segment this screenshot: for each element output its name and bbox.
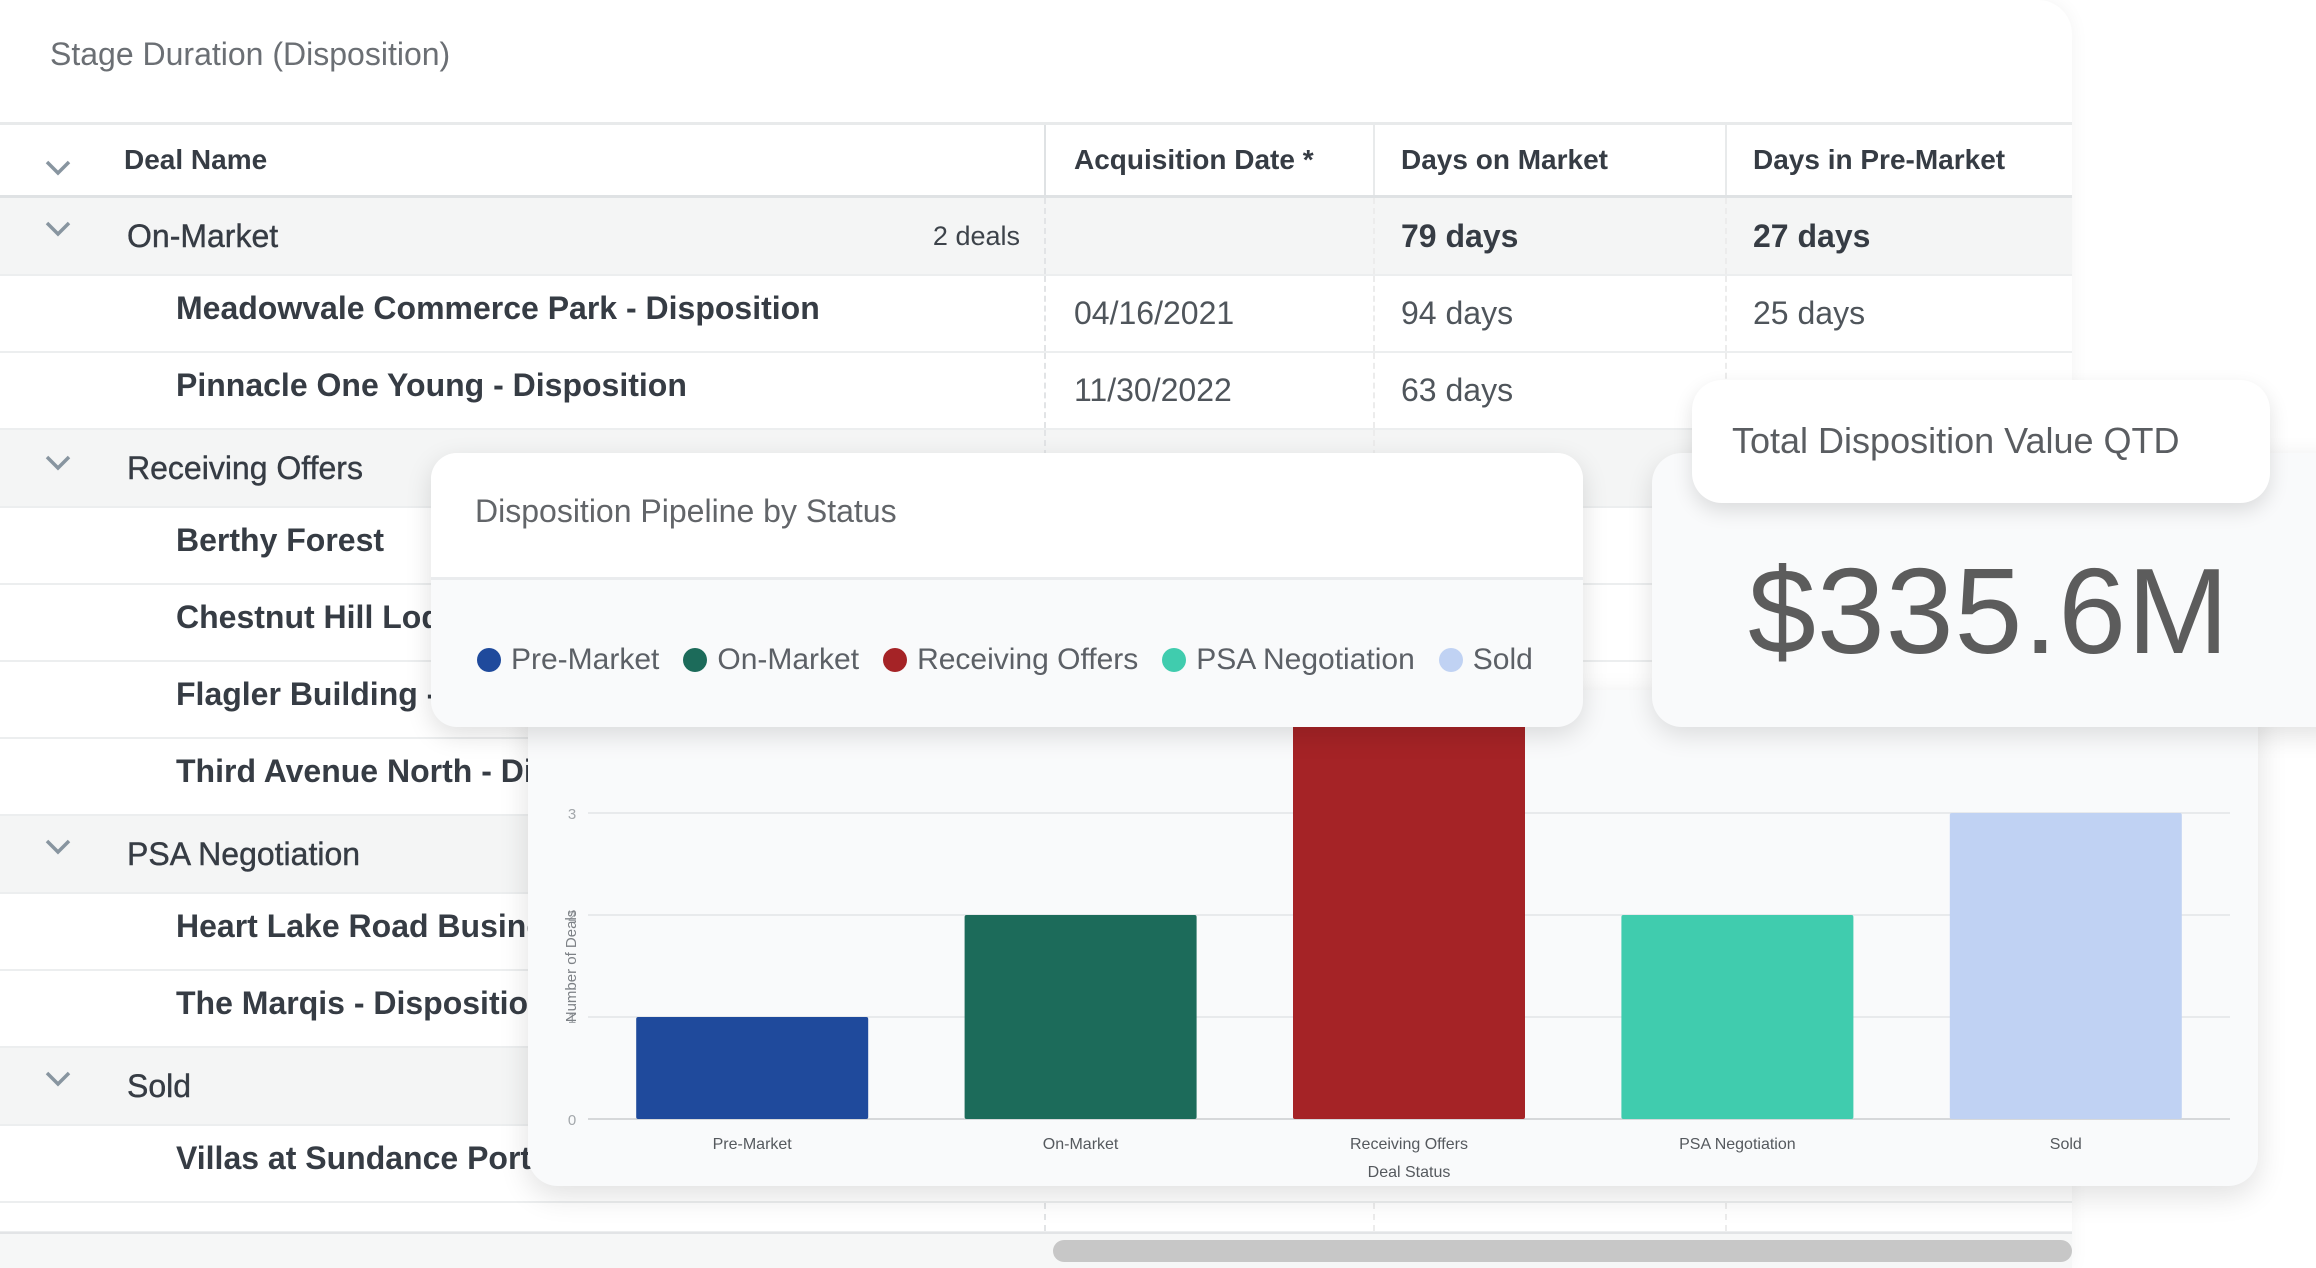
y-tick-label: 0 — [568, 1112, 576, 1129]
legend-label: Receiving Offers — [917, 643, 1139, 676]
chevron-down-icon[interactable] — [44, 454, 72, 482]
column-header-days-on-market[interactable]: Days on Market — [1373, 125, 1725, 195]
table-row[interactable]: Meadowvale Commerce Park - Disposition 0… — [0, 276, 2072, 353]
days-on-market: 94 days — [1373, 276, 1725, 351]
legend-dot-icon — [883, 648, 908, 672]
column-header-acquisition-date[interactable]: Acquisition Date * — [1044, 125, 1373, 195]
legend-item[interactable]: Receiving Offers — [883, 643, 1138, 677]
legend-dot-icon — [1162, 648, 1187, 672]
pipeline-chart-card: 0 1 2 3 Pre-Market On-Market Receiving Offers P… — [528, 690, 2258, 1186]
kpi-label-pill: Total Disposition Value QTD — [1692, 380, 2270, 503]
x-tick-label: Receiving Offers — [1350, 1136, 1468, 1153]
legend-item[interactable]: Sold — [1438, 643, 1533, 677]
deal-name[interactable]: Villas at Sundance Port — [176, 1140, 531, 1177]
deal-name[interactable]: Berthy Forest — [176, 522, 384, 559]
days-on-market: 63 days — [1373, 353, 1725, 428]
pipeline-bar-chart: 0123Pre-Market On-Market Receiving Offers P… — [563, 711, 2230, 1181]
kpi-label: Total Disposition Value QTD — [1732, 420, 2180, 461]
group-name: PSA Negotiation — [127, 835, 361, 872]
deal-name[interactable]: Third Avenue North - Di — [176, 753, 533, 790]
group-row-on-market[interactable]: On-Market 2 deals 79 days 27 days — [0, 198, 2072, 276]
deal-name[interactable]: Heart Lake Road Busine — [176, 908, 544, 945]
pipeline-legend-card: Disposition Pipeline by Status Pre-Marke… — [431, 453, 1583, 727]
group-deal-count: 2 deals — [932, 220, 1020, 251]
legend-item[interactable]: On-Market — [683, 643, 859, 677]
chevron-down-icon[interactable] — [44, 838, 72, 866]
deal-name[interactable]: Flagler Building - — [176, 676, 437, 713]
x-tick-label: On-Market — [1043, 1136, 1119, 1153]
bar-pre-market[interactable] — [636, 1017, 869, 1119]
x-axis-title: Deal Status — [1368, 1164, 1451, 1181]
column-header-days-in-pre-market[interactable]: Days in Pre-Market — [1725, 125, 2072, 195]
legend-label: Pre-Market — [511, 643, 660, 676]
legend-dot-icon — [683, 648, 708, 672]
group-name: Sold — [127, 1067, 192, 1104]
chevron-down-icon[interactable] — [44, 1070, 72, 1098]
legend-label: PSA Negotiation — [1196, 643, 1415, 676]
y-tick-label: 3 — [568, 806, 576, 823]
legend-item[interactable]: PSA Negotiation — [1162, 643, 1415, 677]
collapse-all-chevron-icon[interactable] — [44, 152, 72, 180]
chart-legend: Pre-Market On-Market Receiving Offers PSA N… — [477, 643, 1533, 677]
table-header-row: Deal Name Acquisition Date * Days on Mar… — [0, 122, 2072, 198]
legend-dot-icon — [1438, 648, 1463, 672]
x-tick-label: PSA Negotiation — [1679, 1136, 1796, 1153]
horizontal-scrollbar[interactable] — [1053, 1240, 2072, 1262]
group-name: Receiving Offers — [127, 449, 363, 486]
group-days-in-pre-market: 27 days — [1725, 198, 2072, 274]
acquisition-date: 04/16/2021 — [1044, 276, 1373, 351]
pipeline-chart-title: Disposition Pipeline by Status — [475, 493, 897, 529]
legend-label: Sold — [1472, 643, 1533, 676]
days-in-pre-market: 25 days — [1725, 276, 2072, 351]
bar-on-market[interactable] — [964, 915, 1197, 1119]
acquisition-date: 11/30/2022 — [1044, 353, 1373, 428]
legend-dot-icon — [477, 648, 501, 672]
stage-duration-title: Stage Duration (Disposition) — [50, 36, 451, 72]
x-tick-label: Sold — [2050, 1136, 2082, 1153]
bar-sold[interactable] — [1949, 813, 2182, 1119]
bar-psa-negotiation[interactable] — [1621, 915, 1854, 1119]
group-name: On-Market — [127, 217, 279, 254]
legend-label: On-Market — [717, 643, 860, 676]
y-axis-title: Number of Deals — [563, 910, 580, 1023]
bar-receiving-offers[interactable] — [1293, 711, 1525, 1119]
deal-name[interactable]: Meadowvale Commerce Park - Disposition — [176, 290, 820, 327]
deal-name[interactable]: Pinnacle One Young - Disposition — [176, 367, 687, 404]
legend-item[interactable]: Pre-Market — [477, 643, 659, 677]
kpi-value: $335.6M — [1748, 543, 2230, 679]
group-days-on-market: 79 days — [1373, 198, 1725, 274]
chevron-down-icon[interactable] — [44, 220, 72, 248]
deal-name[interactable]: Chestnut Hill Lod — [176, 599, 441, 636]
column-header-deal-name[interactable]: Deal Name — [124, 144, 267, 176]
deal-name[interactable]: The Marqis - Dispositio — [176, 985, 528, 1022]
x-tick-label: Pre-Market — [713, 1136, 793, 1153]
table-row-partially-hidden[interactable] — [0, 1203, 2072, 1233]
